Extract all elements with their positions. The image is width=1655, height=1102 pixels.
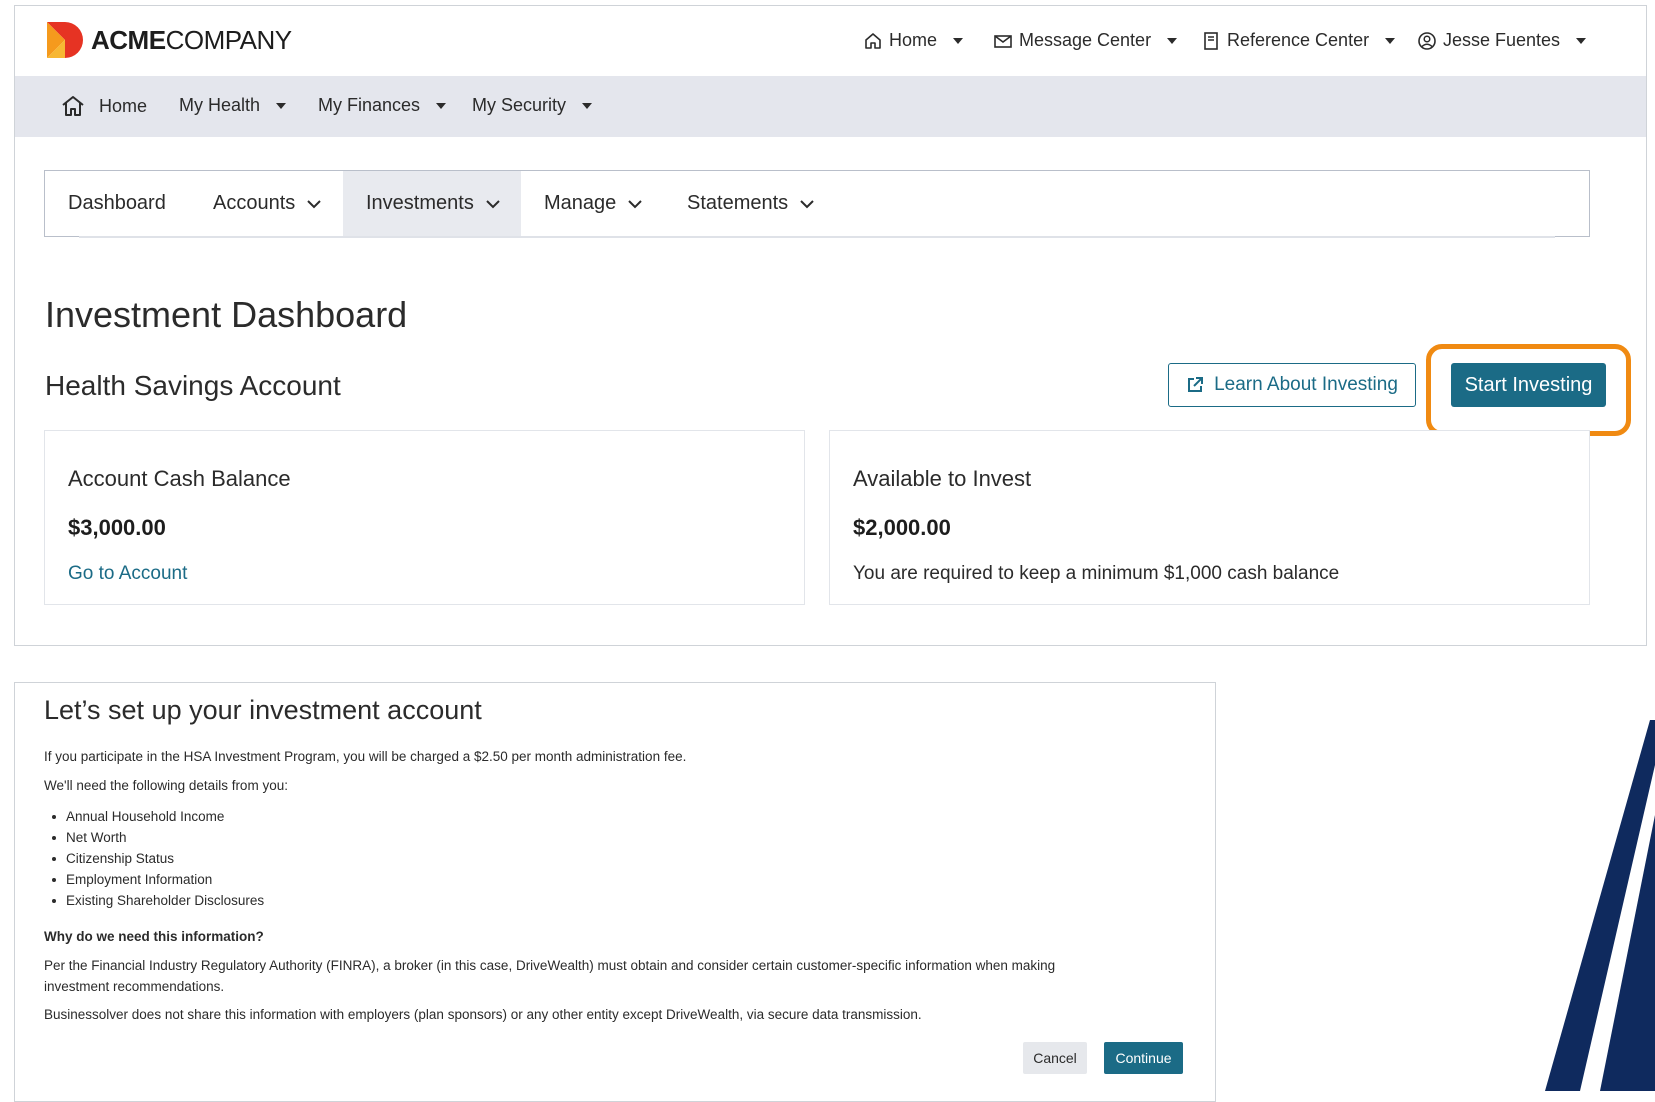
start-investing-button[interactable]: Start Investing (1451, 363, 1606, 407)
company-logo[interactable]: ACME COMPANY (45, 20, 292, 60)
privacy-text: Businessolver does not share this inform… (44, 1007, 922, 1022)
main-panel: ACME COMPANY Home Message Center Referenc… (14, 5, 1647, 646)
top-bar: ACME COMPANY Home Message Center Referenc… (15, 6, 1646, 76)
chevron-down-icon (1576, 37, 1587, 44)
section-title: Health Savings Account (45, 370, 341, 401)
user-circle-icon (1418, 31, 1436, 50)
list-item: Existing Shareholder Disclosures (44, 890, 264, 911)
modal-title: Let’s set up your investment account (44, 695, 482, 725)
available-to-invest-card: Available to Invest $2,000.00 You are re… (829, 430, 1590, 605)
list-item: Annual Household Income (44, 806, 264, 827)
card-amount: $2,000.00 (853, 515, 951, 540)
chevron-down-icon (436, 102, 447, 109)
util-nav-message-center-label: Message Center (1019, 30, 1152, 50)
minimum-balance-note: You are required to keep a minimum $1,00… (853, 563, 1340, 584)
tab-dashboard-label: Dashboard (68, 192, 166, 214)
chevron-down-icon (582, 102, 593, 109)
chevron-down-icon (307, 199, 321, 208)
list-item: Citizenship Status (44, 848, 264, 869)
list-item: Employment Information (44, 869, 264, 890)
list-item: Net Worth (44, 827, 264, 848)
account-cash-balance-card: Account Cash Balance $3,000.00 Go to Acc… (44, 430, 805, 605)
tab-statements-label: Statements (687, 192, 789, 214)
tab-manage-label: Manage (544, 192, 617, 214)
logo-mark-icon (47, 22, 83, 58)
primary-nav-my-security[interactable]: My Security (472, 95, 593, 116)
why-heading: Why do we need this information? (44, 929, 264, 944)
go-to-account-link[interactable]: Go to Account (68, 563, 187, 585)
chevron-down-icon (486, 199, 500, 208)
util-nav-home[interactable]: Home (863, 30, 964, 51)
primary-nav-my-security-label: My Security (472, 95, 567, 115)
envelope-icon (994, 34, 1012, 48)
chevron-down-icon (628, 199, 642, 208)
sub-nav: Dashboard Accounts Investments Manage St… (44, 170, 1590, 238)
chevron-down-icon (1385, 37, 1396, 44)
primary-nav-my-finances[interactable]: My Finances (318, 95, 447, 116)
util-nav-reference-center-label: Reference Center (1227, 30, 1370, 50)
card-title: Available to Invest (853, 466, 1032, 491)
primary-nav-my-health[interactable]: My Health (179, 95, 287, 116)
tab-accounts[interactable]: Accounts (213, 171, 321, 236)
chevron-down-icon (276, 102, 287, 109)
chevron-down-icon (800, 199, 814, 208)
learn-about-investing-button[interactable]: Learn About Investing (1168, 363, 1416, 407)
external-link-icon (1188, 377, 1204, 392)
chevron-down-icon (953, 37, 964, 44)
chevron-down-icon (1167, 37, 1178, 44)
decorative-stripes (1545, 720, 1655, 1091)
primary-nav: Home My Health My Finances My Security (15, 76, 1646, 137)
primary-nav-my-finances-label: My Finances (318, 95, 421, 115)
start-investing-label: Start Investing (1464, 373, 1593, 396)
book-icon (1204, 31, 1218, 50)
continue-button[interactable]: Continue (1104, 1042, 1183, 1074)
primary-nav-home-label: Home (99, 95, 148, 116)
setup-investment-modal: Let’s set up your investment account If … (14, 682, 1216, 1102)
brand-bold: ACME (91, 24, 166, 55)
util-nav-user-name: Jesse Fuentes (1443, 30, 1561, 50)
learn-about-investing-label: Learn About Investing (1214, 374, 1398, 395)
primary-nav-my-health-label: My Health (179, 95, 261, 115)
tab-accounts-label: Accounts (213, 192, 296, 214)
home-icon (62, 96, 84, 116)
cancel-button[interactable]: Cancel (1023, 1042, 1087, 1074)
fee-text: If you participate in the HSA Investment… (44, 749, 687, 764)
home-icon (865, 32, 881, 49)
tab-investments-label: Investments (366, 192, 474, 214)
tab-manage[interactable]: Manage (544, 171, 642, 236)
tab-dashboard[interactable]: Dashboard (45, 171, 189, 236)
details-intro: We'll need the following details from yo… (44, 778, 288, 793)
why-text-line2: investment recommendations. (44, 979, 225, 994)
util-nav-home-label: Home (889, 30, 938, 50)
page-title: Investment Dashboard (45, 294, 408, 335)
tab-investments[interactable]: Investments (343, 171, 521, 236)
util-nav-message-center[interactable]: Message Center (993, 30, 1178, 51)
continue-label: Continue (1115, 1050, 1172, 1066)
tab-statements[interactable]: Statements (687, 171, 814, 236)
sub-nav-divider (79, 236, 1555, 238)
card-title: Account Cash Balance (68, 466, 291, 491)
util-nav-user-menu[interactable]: Jesse Fuentes (1417, 30, 1587, 51)
brand-regular: COMPANY (165, 24, 293, 55)
details-list: Annual Household Income Net Worth Citize… (44, 806, 264, 911)
primary-nav-home[interactable]: Home (61, 95, 147, 117)
card-amount: $3,000.00 (68, 515, 166, 540)
cancel-label: Cancel (1033, 1050, 1077, 1066)
util-nav-reference-center[interactable]: Reference Center (1201, 30, 1396, 51)
why-text-line1: Per the Financial Industry Regulatory Au… (44, 958, 1056, 973)
